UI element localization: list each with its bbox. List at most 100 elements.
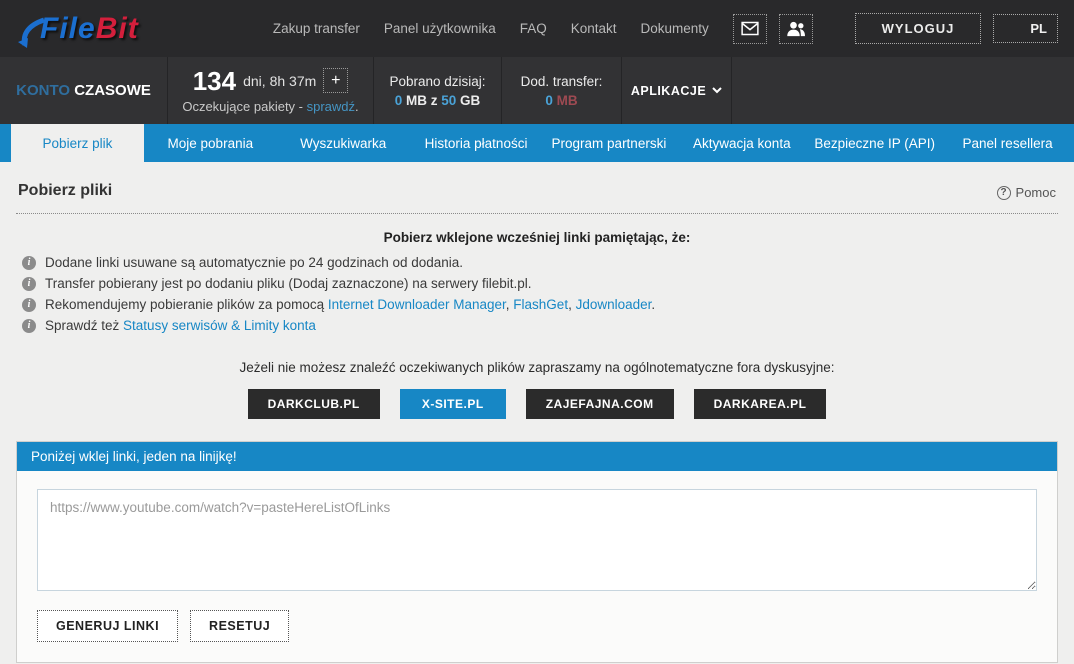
reset-button[interactable]: RESETUJ	[190, 610, 289, 642]
logo-text: FileBit	[40, 12, 139, 46]
flag-icon	[1004, 22, 1024, 35]
forum-buttons-row: DARKCLUB.PL X-SITE.PL ZAJEFAJNA.COM DARK…	[16, 389, 1058, 419]
users-icon	[786, 21, 806, 37]
generate-links-button[interactable]: GENERUJ LINKI	[37, 610, 178, 642]
add-time-button[interactable]: +	[323, 68, 348, 93]
nav-panel-uzytkownika[interactable]: Panel użytkownika	[384, 21, 496, 36]
note-text-3: Rekomendujemy pobieranie plików za pomoc…	[45, 297, 655, 312]
link-flashget[interactable]: FlashGet	[513, 297, 568, 312]
account-bar: KONTO CZASOWE 134 dni, 8h 37m + Oczekują…	[0, 57, 1074, 124]
forums-intro: Jeżeli nie możesz znaleźć oczekiwanych p…	[16, 360, 1058, 375]
applications-dropdown[interactable]: APLIKACJE	[631, 84, 722, 98]
filebit-logo[interactable]: FileBit	[16, 7, 231, 51]
paste-links-panel: Poniżej wklej linki, jeden na linijkę! G…	[16, 441, 1058, 663]
envelope-icon	[741, 21, 759, 36]
note-text-2: Transfer pobierany jest po dodaniu pliku…	[45, 276, 532, 291]
main-tab-bar: Pobierz plik Moje pobrania Wyszukiwarka …	[0, 124, 1074, 162]
main-content: Pobierz pliki ? Pomoc Pobierz wklejone w…	[0, 162, 1074, 663]
forum-darkclub-button[interactable]: DARKCLUB.PL	[248, 389, 380, 419]
note-4-pre: Sprawdź też	[45, 318, 123, 333]
additional-transfer-cell: Dod. transfer: 0 MB	[502, 57, 622, 124]
top-nav: Zakup transfer Panel użytkownika FAQ Kon…	[273, 14, 813, 44]
link-statusy-limity[interactable]: Statusy serwisów & Limity konta	[123, 318, 316, 333]
help-icon: ?	[997, 186, 1011, 200]
title-row: Pobierz pliki ? Pomoc	[16, 162, 1058, 214]
note-text-4: Sprawdź też Statusy serwisów & Limity ko…	[45, 318, 316, 333]
tab-moje-pobrania[interactable]: Moje pobrania	[144, 124, 277, 162]
additional-transfer-label: Dod. transfer:	[521, 74, 603, 89]
tab-wyszukiwarka[interactable]: Wyszukiwarka	[277, 124, 410, 162]
link-jdownloader[interactable]: Jdownloader	[576, 297, 652, 312]
note-line-4: i Sprawdź też Statusy serwisów & Limity …	[16, 318, 1058, 333]
pending-text: Oczekujące pakiety -	[182, 99, 306, 114]
logo-part-file: File	[40, 12, 96, 45]
pending-check-link[interactable]: sprawdź	[307, 99, 355, 114]
logout-button[interactable]: WYLOGUJ	[855, 13, 982, 44]
pending-packages: Oczekujące pakiety - sprawdź.	[182, 99, 358, 114]
transfer-unit: MB	[557, 93, 578, 108]
info-icon: i	[22, 298, 36, 312]
account-type-cell: KONTO CZASOWE	[0, 57, 168, 124]
tab-panel-resellera[interactable]: Panel resellera	[941, 124, 1074, 162]
info-icon: i	[22, 277, 36, 291]
link-idm[interactable]: Internet Downloader Manager	[328, 297, 506, 312]
language-button[interactable]: PL	[993, 14, 1058, 43]
links-textarea[interactable]	[37, 489, 1037, 591]
paste-panel-body: GENERUJ LINKI RESETUJ	[17, 471, 1057, 662]
language-label: PL	[1030, 21, 1047, 36]
note-3-pre: Rekomendujemy pobieranie plików za pomoc…	[45, 297, 328, 312]
info-icon: i	[22, 256, 36, 270]
days-remaining: 134	[193, 68, 236, 94]
nav-dokumenty[interactable]: Dokumenty	[641, 21, 709, 36]
intro-heading: Pobierz wklejone wcześniej linki pamięta…	[16, 230, 1058, 245]
forum-zajefajna-button[interactable]: ZAJEFAJNA.COM	[526, 389, 674, 419]
forum-xsite-button[interactable]: X-SITE.PL	[400, 389, 506, 419]
forum-darkarea-button[interactable]: DARKAREA.PL	[694, 389, 827, 419]
additional-transfer-value: 0 MB	[545, 93, 577, 108]
info-icon: i	[22, 319, 36, 333]
nav-kontakt[interactable]: Kontakt	[571, 21, 617, 36]
note-line-2: i Transfer pobierany jest po dodaniu pli…	[16, 276, 1058, 291]
transfer-amount: 0	[545, 93, 553, 108]
note-3-sep2: ,	[568, 297, 576, 312]
paste-panel-actions: GENERUJ LINKI RESETUJ	[37, 610, 1037, 642]
applications-label: APLIKACJE	[631, 84, 706, 98]
downloaded-today-label: Pobrano dzisiaj:	[389, 74, 485, 89]
note-line-1: i Dodane linki usuwane są automatycznie …	[16, 255, 1058, 270]
time-left-cell: 134 dni, 8h 37m + Oczekujące pakiety - s…	[168, 57, 374, 124]
downloaded-today-value: 0 MB z 50 GB	[395, 93, 481, 108]
downloaded-mid: MB z	[406, 93, 438, 108]
messages-button[interactable]	[733, 14, 767, 44]
account-type: KONTO CZASOWE	[16, 82, 151, 99]
tab-program-partnerski[interactable]: Program partnerski	[543, 124, 676, 162]
account-bar-filler	[732, 57, 1074, 124]
page-title: Pobierz pliki	[18, 182, 112, 200]
paste-panel-header: Poniżej wklej linki, jeden na linijkę!	[17, 442, 1057, 471]
nav-faq[interactable]: FAQ	[520, 21, 547, 36]
tab-bezpieczne-ip[interactable]: Bezpieczne IP (API)	[808, 124, 941, 162]
time-remaining: dni, 8h 37m	[243, 73, 316, 89]
pending-suffix: .	[355, 99, 359, 114]
chevron-down-icon	[712, 87, 722, 94]
downloaded-today-cell: Pobrano dzisiaj: 0 MB z 50 GB	[374, 57, 502, 124]
account-type-prefix: KONTO	[16, 82, 70, 99]
downloaded-used: 0	[395, 93, 403, 108]
nav-zakup-transfer[interactable]: Zakup transfer	[273, 21, 360, 36]
downloaded-unit: GB	[460, 93, 480, 108]
tab-historia-platnosci[interactable]: Historia płatności	[410, 124, 543, 162]
logo-part-bit: Bit	[96, 12, 139, 45]
applications-cell: APLIKACJE	[622, 57, 732, 124]
header-right: WYLOGUJ PL	[855, 13, 1058, 44]
help-label: Pomoc	[1016, 185, 1056, 200]
note-text-1: Dodane linki usuwane są automatycznie po…	[45, 255, 463, 270]
tab-pobierz-plik[interactable]: Pobierz plik	[11, 124, 144, 162]
help-link[interactable]: ? Pomoc	[997, 185, 1056, 200]
account-type-value: CZASOWE	[74, 82, 151, 99]
note-line-3: i Rekomendujemy pobieranie plików za pom…	[16, 297, 1058, 312]
time-left-row: 134 dni, 8h 37m +	[193, 68, 349, 94]
users-button[interactable]	[779, 14, 813, 44]
note-3-end: .	[651, 297, 655, 312]
tab-aktywacja-konta[interactable]: Aktywacja konta	[675, 124, 808, 162]
downloaded-limit: 50	[441, 93, 456, 108]
top-header: FileBit Zakup transfer Panel użytkownika…	[0, 0, 1074, 57]
